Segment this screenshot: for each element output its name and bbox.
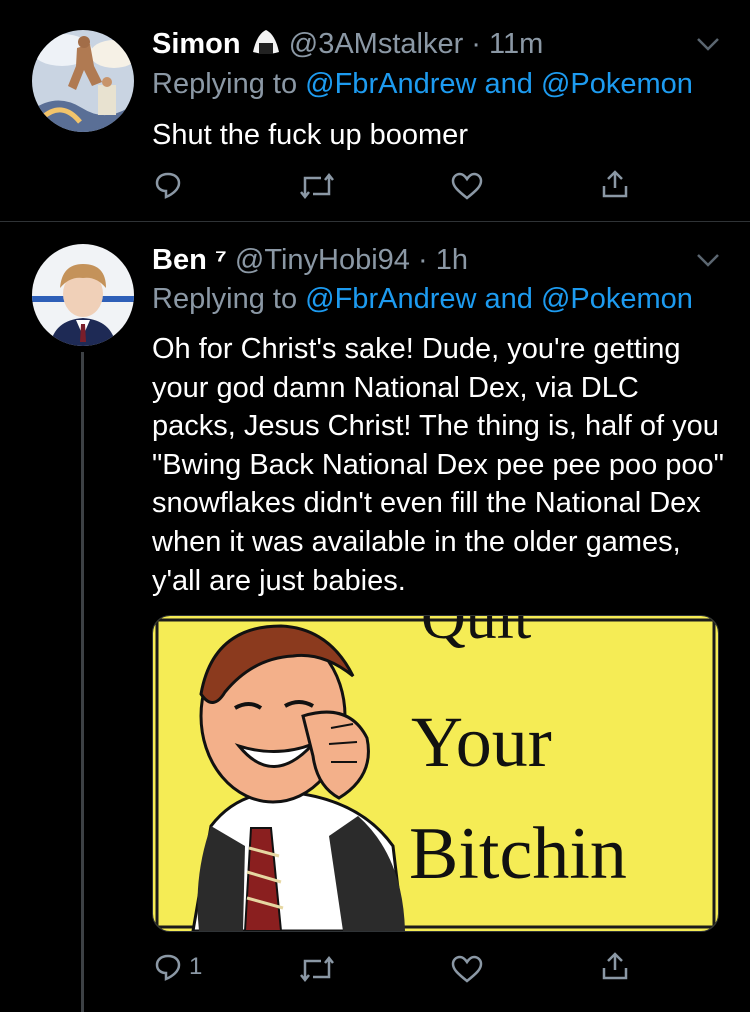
reply-icon xyxy=(155,172,181,199)
reply-button[interactable] xyxy=(153,170,183,200)
replying-to-prefix: Replying to xyxy=(152,68,298,100)
mention-link[interactable]: @Pokemon xyxy=(541,68,693,100)
avatar-ben[interactable] xyxy=(32,244,134,346)
timestamp[interactable]: 1h xyxy=(436,244,468,276)
tweet-text: Oh for Christ's sake! Dude, you're getti… xyxy=(152,333,724,597)
tweet-media-image[interactable]: Quit Your Bitchin xyxy=(152,615,719,932)
chevron-down-icon[interactable] xyxy=(696,252,720,273)
share-button[interactable] xyxy=(600,950,630,982)
media-text-bitchin: Bitchin xyxy=(409,813,627,895)
replying-to: Replying to @FbrAndrew and @Pokemon xyxy=(152,283,693,316)
retweet-icon xyxy=(300,955,334,983)
reply-count: 1 xyxy=(189,953,203,980)
reply-button[interactable]: 1 xyxy=(153,952,202,982)
mention-link[interactable]: @Pokemon xyxy=(541,283,693,315)
tweet-1[interactable]: Simon @3AMstalker · 11m Replying to @Fbr… xyxy=(0,0,750,221)
share-icon xyxy=(602,952,628,980)
mention-and: and xyxy=(484,283,533,315)
share-icon xyxy=(602,170,628,198)
media-text-quit: Quit xyxy=(421,616,531,652)
like-button[interactable] xyxy=(451,955,483,983)
share-button[interactable] xyxy=(600,168,630,200)
tweet-text: Shut the fuck up boomer xyxy=(152,119,468,151)
name-suffix: ⁷ xyxy=(214,244,227,276)
mention-link[interactable]: @FbrAndrew xyxy=(305,283,476,315)
user-handle[interactable]: @TinyHobi94 xyxy=(235,244,410,276)
thread-line xyxy=(81,352,84,1012)
user-handle[interactable]: @3AMstalker xyxy=(289,28,463,60)
replying-to: Replying to @FbrAndrew and @Pokemon xyxy=(152,68,693,101)
reply-icon xyxy=(155,954,181,981)
replying-to-prefix: Replying to xyxy=(152,283,298,315)
heart-icon xyxy=(451,172,483,200)
retweet-icon xyxy=(300,172,334,200)
tweet-header: Simon @3AMstalker · 11m xyxy=(152,28,543,64)
avatar-simon[interactable] xyxy=(32,30,134,132)
retweet-button[interactable] xyxy=(299,172,335,200)
retweet-button[interactable] xyxy=(299,955,335,983)
media-text-your: Your xyxy=(411,702,552,782)
rice-ball-emoji-icon xyxy=(251,28,281,64)
tweet-header: Ben ⁷ @TinyHobi94 · 1h xyxy=(152,244,468,277)
separator: · xyxy=(418,244,428,276)
chevron-down-icon[interactable] xyxy=(696,36,720,57)
mention-and: and xyxy=(484,68,533,100)
display-name[interactable]: Simon xyxy=(152,28,241,60)
like-button[interactable] xyxy=(451,172,483,200)
heart-icon xyxy=(451,955,483,983)
timestamp[interactable]: 11m xyxy=(489,28,543,60)
separator: · xyxy=(471,28,481,60)
display-name[interactable]: Ben xyxy=(152,244,207,276)
mention-link[interactable]: @FbrAndrew xyxy=(305,68,476,100)
